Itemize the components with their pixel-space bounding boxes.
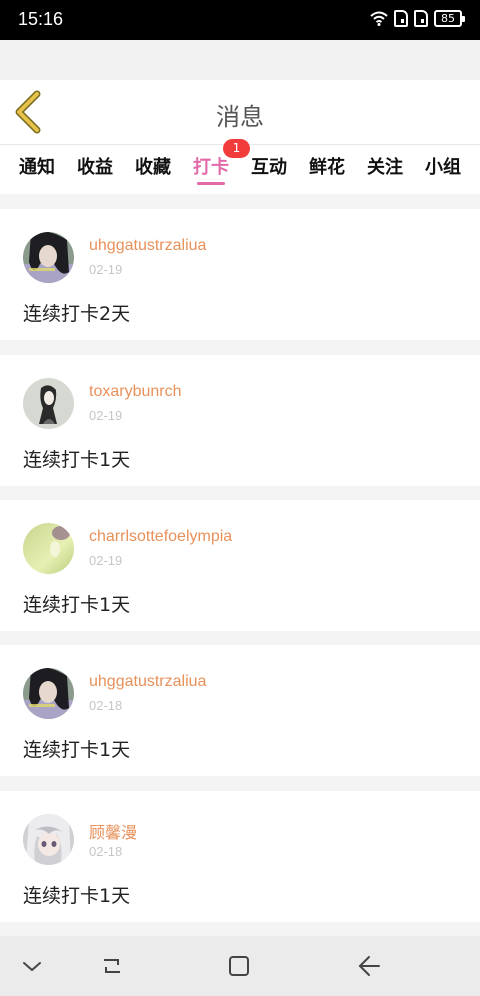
message-text: 连续打卡1天 <box>23 594 131 616</box>
list-item[interactable]: uhggatustrzaliua 02-19 连续打卡2天 <box>0 209 480 340</box>
message-date: 02-18 <box>89 844 123 859</box>
avatar[interactable] <box>23 232 74 283</box>
home-icon[interactable] <box>223 950 255 982</box>
tab-favorites[interactable]: 收藏 <box>135 153 171 179</box>
message-date: 02-19 <box>89 553 123 568</box>
active-tab-indicator <box>197 182 225 185</box>
message-text: 连续打卡2天 <box>23 303 131 325</box>
list-item[interactable]: toxarybunrch 02-19 连续打卡1天 <box>0 355 480 486</box>
status-icons: 85 <box>370 10 465 27</box>
username[interactable]: toxarybunrch <box>89 383 182 401</box>
back-icon[interactable] <box>353 950 385 982</box>
message-date: 02-19 <box>89 262 123 277</box>
system-nav-bar <box>0 936 480 996</box>
wifi-icon <box>370 11 388 26</box>
sim-card-2-icon <box>414 10 428 27</box>
status-bar: 15:16 85 <box>0 0 480 40</box>
username[interactable]: charrlsottefoelympia <box>89 528 232 546</box>
username[interactable]: uhggatustrzaliua <box>89 673 206 691</box>
list-item[interactable]: charrlsottefoelympia 02-19 连续打卡1天 <box>0 500 480 631</box>
tab-following[interactable]: 关注 <box>367 153 403 179</box>
tab-interaction[interactable]: 互动 <box>251 153 287 179</box>
sim-card-icon <box>394 10 408 27</box>
chevron-down-icon[interactable] <box>16 950 48 982</box>
avatar[interactable] <box>23 668 74 719</box>
message-text: 连续打卡1天 <box>23 739 131 761</box>
page-title: 消息 <box>216 103 264 131</box>
list-item[interactable]: 顾馨漫 02-18 连续打卡1天 <box>0 791 480 922</box>
message-text: 连续打卡1天 <box>23 449 131 471</box>
username[interactable]: 顾馨漫 <box>89 819 137 843</box>
avatar[interactable] <box>23 378 74 429</box>
avatar[interactable] <box>23 814 74 865</box>
message-date: 02-19 <box>89 408 123 423</box>
tab-notifications[interactable]: 通知 <box>19 153 55 179</box>
avatar[interactable] <box>23 523 74 574</box>
battery-icon: 85 <box>434 10 465 27</box>
recent-apps-icon[interactable] <box>96 950 128 982</box>
list-item[interactable]: uhggatustrzaliua 02-18 连续打卡1天 <box>0 645 480 776</box>
username[interactable]: uhggatustrzaliua <box>89 237 206 255</box>
tab-checkin[interactable]: 打卡 <box>193 153 229 179</box>
message-text: 连续打卡1天 <box>23 885 131 907</box>
tab-flowers[interactable]: 鲜花 <box>309 153 345 179</box>
top-spacer <box>0 40 480 80</box>
checkin-badge: 1 <box>223 139 250 158</box>
status-time: 15:16 <box>18 9 64 29</box>
tab-groups[interactable]: 小组 <box>425 153 461 179</box>
message-date: 02-18 <box>89 698 123 713</box>
header: 消息 <box>0 80 480 144</box>
tab-earnings[interactable]: 收益 <box>77 153 113 179</box>
